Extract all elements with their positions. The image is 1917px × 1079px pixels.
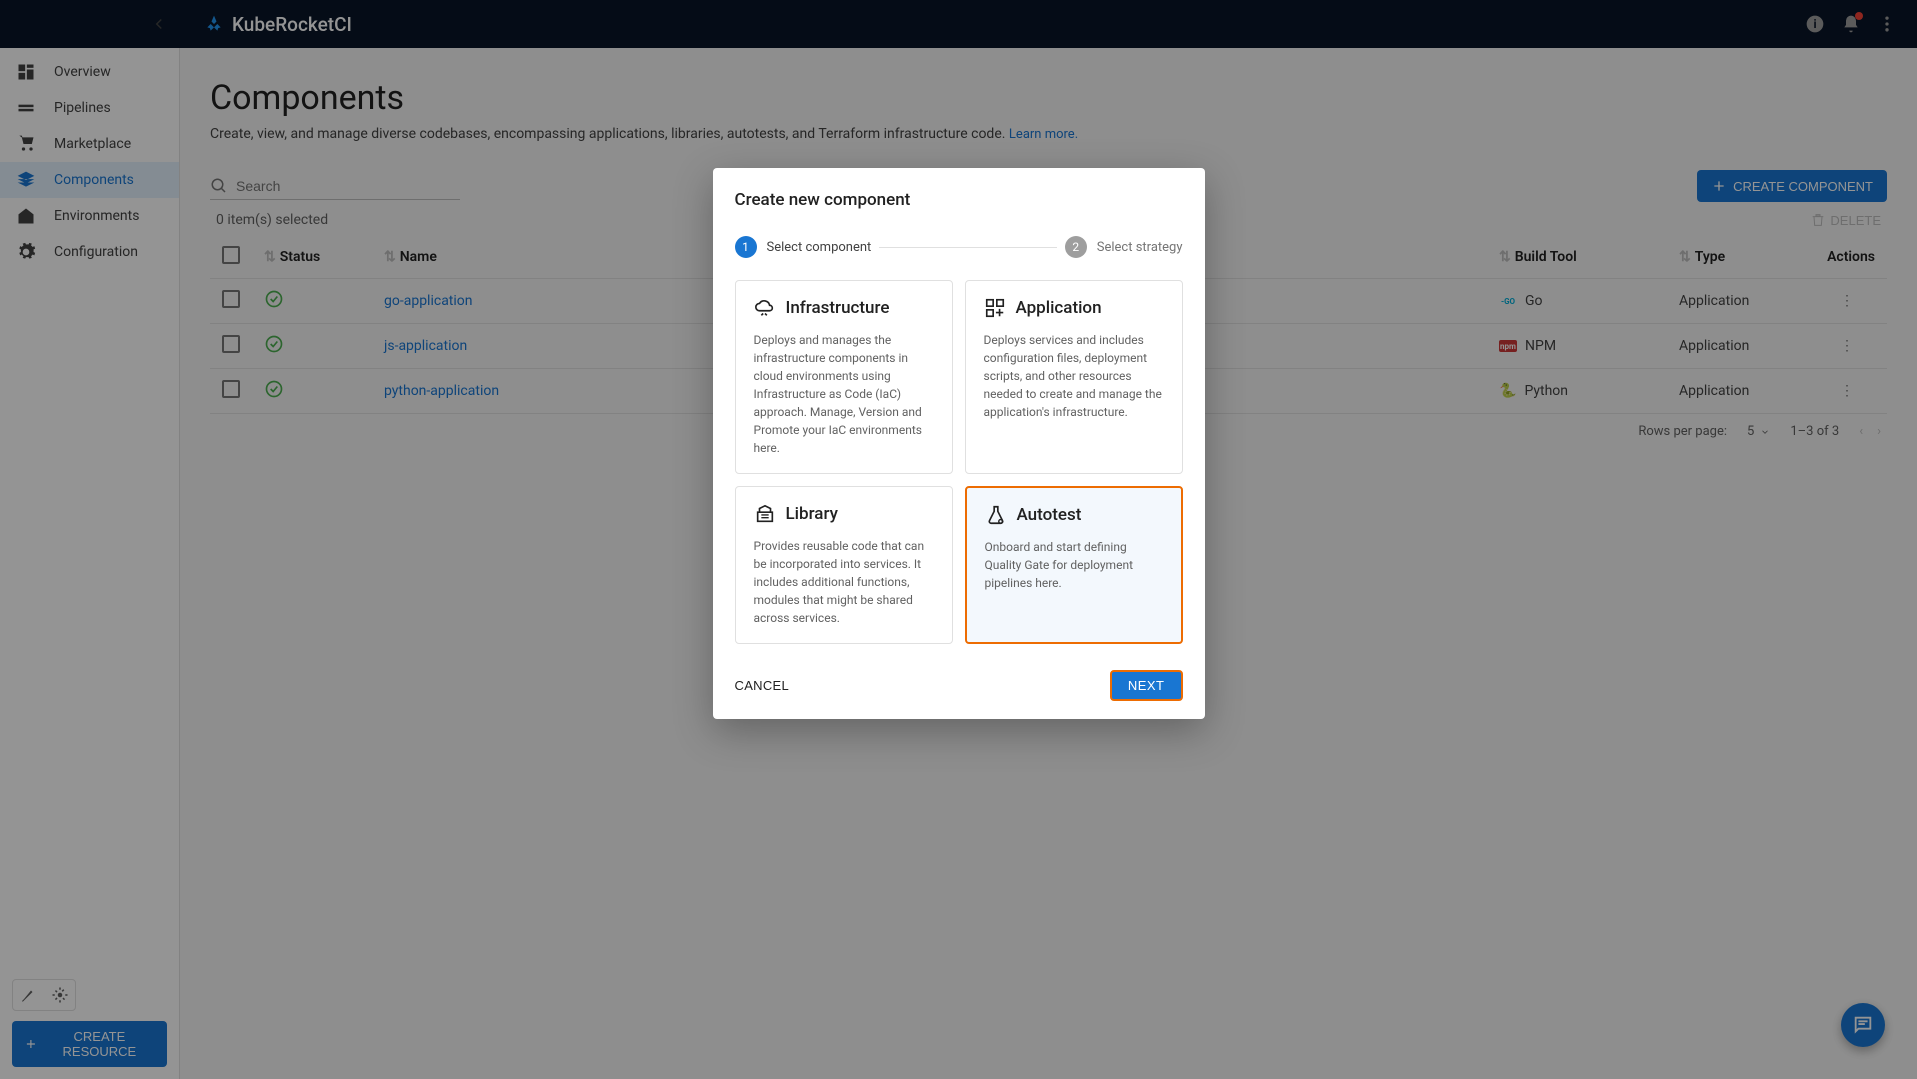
card-autotest[interactable]: Autotest Onboard and start defining Qual… [965, 486, 1183, 644]
apps-icon [984, 297, 1006, 319]
card-title: Library [786, 504, 838, 524]
create-component-dialog: Create new component 1 Select component … [713, 168, 1205, 719]
step-connector [879, 247, 1056, 248]
card-title: Application [1016, 298, 1102, 318]
card-title: Infrastructure [786, 298, 890, 318]
step-2: 2 Select strategy [1065, 236, 1183, 258]
dialog-title: Create new component [735, 190, 1183, 210]
library-icon [754, 503, 776, 525]
card-title: Autotest [1017, 505, 1082, 525]
next-button[interactable]: NEXT [1110, 670, 1183, 701]
step-label: Select component [767, 240, 872, 255]
card-description: Onboard and start defining Quality Gate … [985, 538, 1163, 592]
step-1: 1 Select component [735, 236, 872, 258]
dialog-actions: CANCEL NEXT [735, 670, 1183, 701]
modal-overlay[interactable]: Create new component 1 Select component … [0, 0, 1917, 1079]
flask-icon [985, 504, 1007, 526]
card-infrastructure[interactable]: Infrastructure Deploys and manages the i… [735, 280, 953, 474]
step-number: 1 [735, 236, 757, 258]
card-application[interactable]: Application Deploys services and include… [965, 280, 1183, 474]
step-number: 2 [1065, 236, 1087, 258]
card-description: Deploys and manages the infrastructure c… [754, 331, 934, 457]
component-cards: Infrastructure Deploys and manages the i… [735, 280, 1183, 644]
card-library[interactable]: Library Provides reusable code that can … [735, 486, 953, 644]
cancel-button[interactable]: CANCEL [735, 678, 790, 693]
cloud-icon [754, 297, 776, 319]
card-description: Provides reusable code that can be incor… [754, 537, 934, 627]
step-label: Select strategy [1097, 240, 1183, 255]
card-description: Deploys services and includes configurat… [984, 331, 1164, 421]
stepper: 1 Select component 2 Select strategy [735, 236, 1183, 258]
